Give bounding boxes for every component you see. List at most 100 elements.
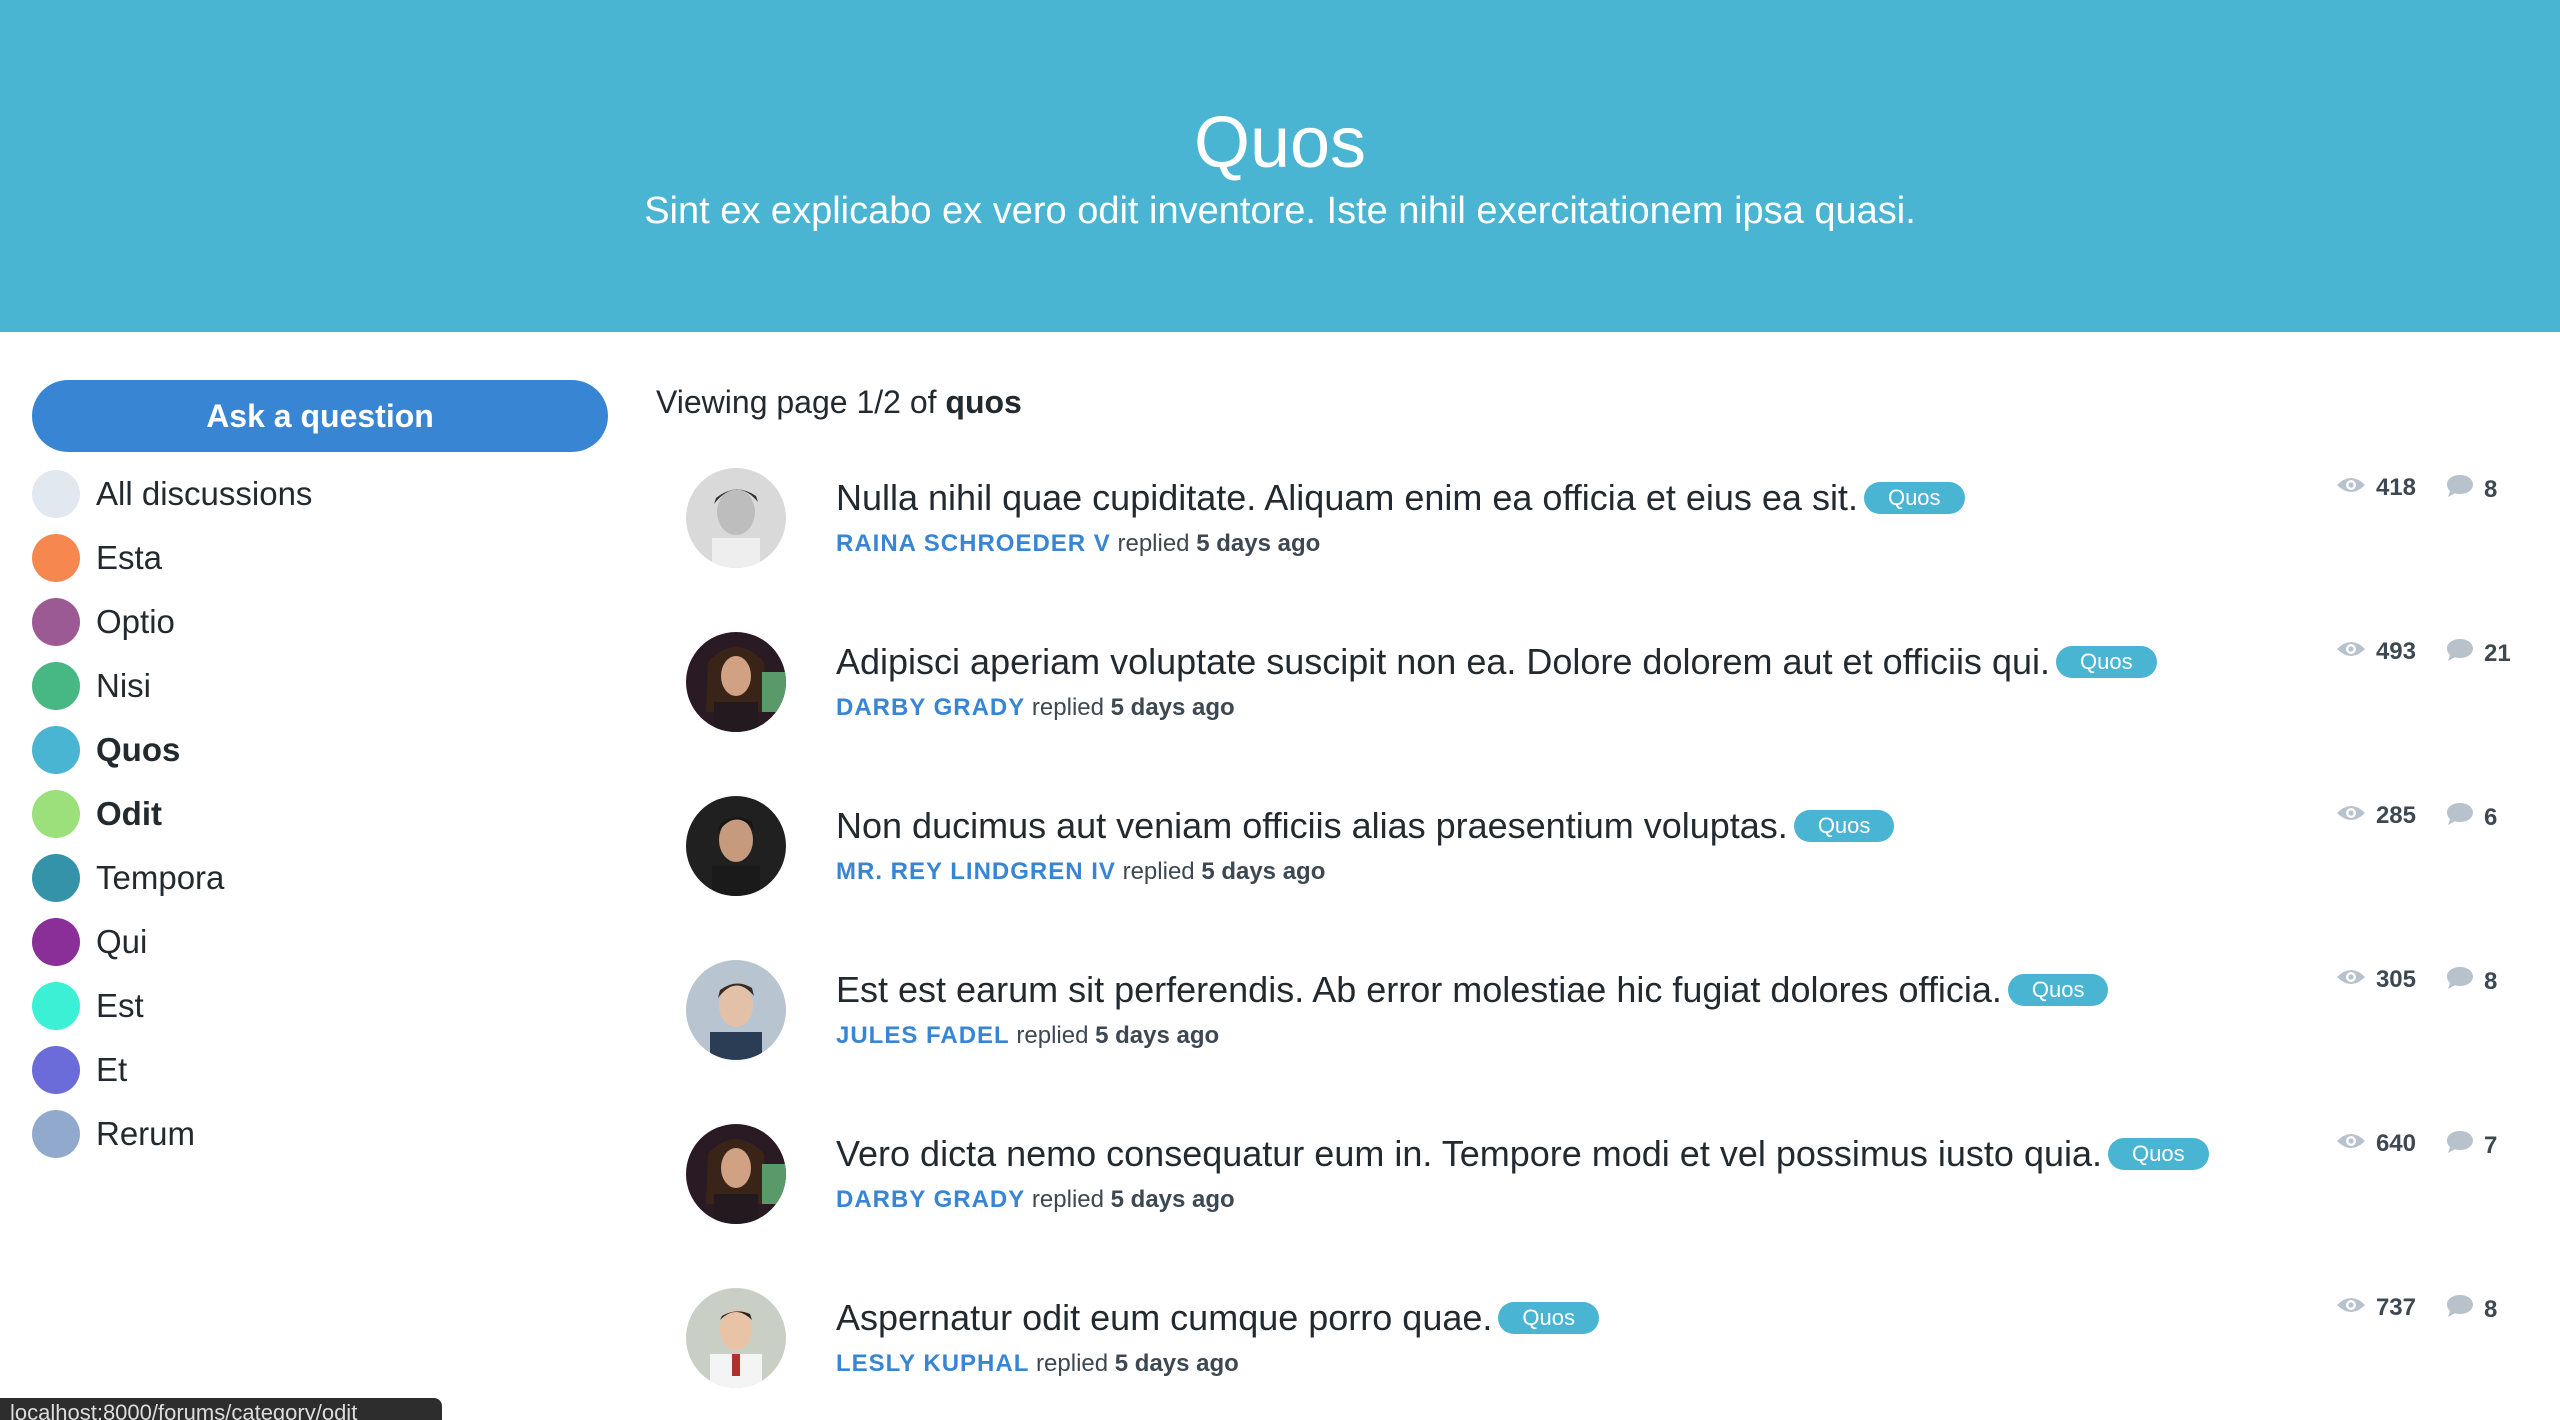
thread-body: Est est earum sit perferendis. Ab error … <box>836 968 2236 1054</box>
author-link[interactable]: LESLY KUPHAL <box>836 1350 1029 1377</box>
thread-item: Adipisci aperiam voluptate suscipit non … <box>686 632 2516 796</box>
sidebar-item-esta[interactable]: Esta <box>32 526 608 590</box>
author-link[interactable]: DARBY GRADY <box>836 1186 1025 1213</box>
reply-count: 8 <box>2446 966 2516 997</box>
reply-count-value: 21 <box>2484 639 2511 667</box>
thread-title[interactable]: Nulla nihil quae cupiditate. Aliquam eni… <box>836 476 2236 520</box>
sidebar-item-odit[interactable]: Odit <box>32 782 608 846</box>
thread-title[interactable]: Vero dicta nemo consequatur eum in. Temp… <box>836 1132 2236 1176</box>
sidebar-item-label: Qui <box>96 923 148 960</box>
reply-time: 5 days ago <box>1110 694 1235 721</box>
thread-meta: DARBY GRADY replied 5 days ago <box>836 690 2236 726</box>
category-color-dot <box>32 1046 80 1094</box>
sidebar-item-est[interactable]: Est <box>32 974 608 1038</box>
sidebar-item-qui[interactable]: Qui <box>32 910 608 974</box>
category-color-dot <box>32 1110 80 1158</box>
sidebar-item-label: Nisi <box>96 667 151 704</box>
view-count: 305 <box>2336 966 2416 994</box>
thread-title-text[interactable]: Nulla nihil quae cupiditate. Aliquam eni… <box>836 477 1858 518</box>
sidebar-item-label: Odit <box>96 795 162 832</box>
reply-count: 8 <box>2446 1294 2516 1325</box>
author-link[interactable]: RAINA SCHROEDER V <box>836 530 1111 557</box>
avatar[interactable] <box>686 468 786 568</box>
thread-body: Non ducimus aut veniam officiis alias pr… <box>836 804 2236 890</box>
thread-title-text[interactable]: Adipisci aperiam voluptate suscipit non … <box>836 641 2050 682</box>
thread-stats: 737 8 <box>2296 1294 2516 1330</box>
view-count-value: 493 <box>2375 638 2416 665</box>
sidebar-item-all-discussions[interactable]: All discussions <box>32 462 608 526</box>
category-tag[interactable]: Quos <box>1498 1302 1599 1335</box>
thread-list: Nulla nihil quae cupiditate. Aliquam eni… <box>686 468 2516 1420</box>
sidebar-item-label: Esta <box>96 539 163 576</box>
author-link[interactable]: DARBY GRADY <box>836 694 1025 721</box>
category-tag[interactable]: Quos <box>2055 646 2157 679</box>
thread-stats: 640 7 <box>2296 1130 2516 1166</box>
avatar[interactable] <box>686 632 786 732</box>
thread-meta: LESLY KUPHAL replied 5 days ago <box>836 1346 2236 1382</box>
thread-stats: 305 8 <box>2296 966 2516 1002</box>
thread-stats: 493 21 <box>2296 638 2516 674</box>
replied-label: replied <box>1117 530 1190 557</box>
author-link[interactable]: JULES FADEL <box>836 1022 1010 1049</box>
view-count-value: 418 <box>2375 474 2416 501</box>
category-tag[interactable]: Quos <box>2007 974 2109 1007</box>
reply-count-value: 8 <box>2484 475 2498 503</box>
thread-item: Vero dicta nemo consequatur eum in. Temp… <box>686 1124 2516 1288</box>
thread-title-text[interactable]: Non ducimus aut veniam officiis alias pr… <box>836 805 1788 846</box>
reply-count: 21 <box>2446 638 2516 669</box>
thread-title-text[interactable]: Vero dicta nemo consequatur eum in. Temp… <box>836 1133 2102 1174</box>
view-count: 418 <box>2336 474 2416 502</box>
eye-icon <box>2336 1130 2376 1158</box>
sidebar-item-quos[interactable]: Quos <box>32 718 608 782</box>
thread-title[interactable]: Est est earum sit perferendis. Ab error … <box>836 968 2236 1012</box>
replied-label: replied <box>1016 1022 1089 1049</box>
avatar[interactable] <box>686 1288 786 1388</box>
reply-count-value: 8 <box>2484 967 2498 995</box>
ask-question-button[interactable]: Ask a question <box>32 380 608 452</box>
comment-bubble-icon <box>2446 1294 2484 1325</box>
sidebar-item-label: Rerum <box>96 1115 196 1152</box>
sidebar-item-label: Tempora <box>96 859 225 896</box>
avatar[interactable] <box>686 960 786 1060</box>
view-count-value: 640 <box>2375 1130 2416 1157</box>
reply-time: 5 days ago <box>1110 1186 1235 1213</box>
thread-body: Nulla nihil quae cupiditate. Aliquam eni… <box>836 476 2236 562</box>
thread-list-section: Viewing page 1/2 of quos Nulla nihil qua… <box>656 380 2511 1388</box>
pagination-info: Viewing page 1/2 of quos <box>656 380 2496 424</box>
sidebar-item-optio[interactable]: Optio <box>32 590 608 654</box>
category-tag[interactable]: Quos <box>1863 482 1965 515</box>
thread-title[interactable]: Adipisci aperiam voluptate suscipit non … <box>836 640 2236 684</box>
view-count-value: 737 <box>2375 1294 2416 1321</box>
thread-meta: MR. REY LINDGREN IV replied 5 days ago <box>836 854 2236 890</box>
thread-meta: JULES FADEL replied 5 days ago <box>836 1018 2236 1054</box>
reply-time: 5 days ago <box>1196 530 1321 557</box>
replied-label: replied <box>1031 1186 1104 1213</box>
thread-title[interactable]: Non ducimus aut veniam officiis alias pr… <box>836 804 2236 848</box>
sidebar-item-et[interactable]: Et <box>32 1038 608 1102</box>
sidebar-item-tempora[interactable]: Tempora <box>32 846 608 910</box>
reply-count: 6 <box>2446 802 2516 833</box>
eye-icon <box>2336 638 2376 666</box>
page-hero: Quos Sint ex explicabo ex vero odit inve… <box>0 0 2560 332</box>
sidebar-item-nisi[interactable]: Nisi <box>32 654 608 718</box>
thread-title-text[interactable]: Aspernatur odit eum cumque porro quae. <box>836 1297 1492 1338</box>
avatar[interactable] <box>686 1124 786 1224</box>
category-tag[interactable]: Quos <box>2108 1138 2209 1171</box>
comment-bubble-icon <box>2446 802 2484 833</box>
reply-count: 7 <box>2446 1130 2516 1161</box>
thread-title-text[interactable]: Est est earum sit perferendis. Ab error … <box>836 969 2002 1010</box>
thread-stats: 285 6 <box>2296 802 2516 838</box>
comment-bubble-icon <box>2446 474 2484 505</box>
reply-count-value: 6 <box>2484 803 2498 831</box>
avatar[interactable] <box>686 796 786 896</box>
category-tag[interactable]: Quos <box>1793 810 1895 843</box>
reply-time: 5 days ago <box>1095 1022 1220 1049</box>
eye-icon <box>2336 1294 2376 1322</box>
category-color-dot <box>32 534 80 582</box>
thread-title[interactable]: Aspernatur odit eum cumque porro quae. Qu… <box>836 1296 2236 1340</box>
comment-bubble-icon <box>2446 1130 2484 1161</box>
view-count: 640 <box>2336 1130 2416 1158</box>
author-link[interactable]: MR. REY LINDGREN IV <box>836 858 1116 885</box>
sidebar-item-rerum[interactable]: Rerum <box>32 1102 608 1166</box>
thread-item: Aspernatur odit eum cumque porro quae. Qu… <box>686 1288 2516 1420</box>
